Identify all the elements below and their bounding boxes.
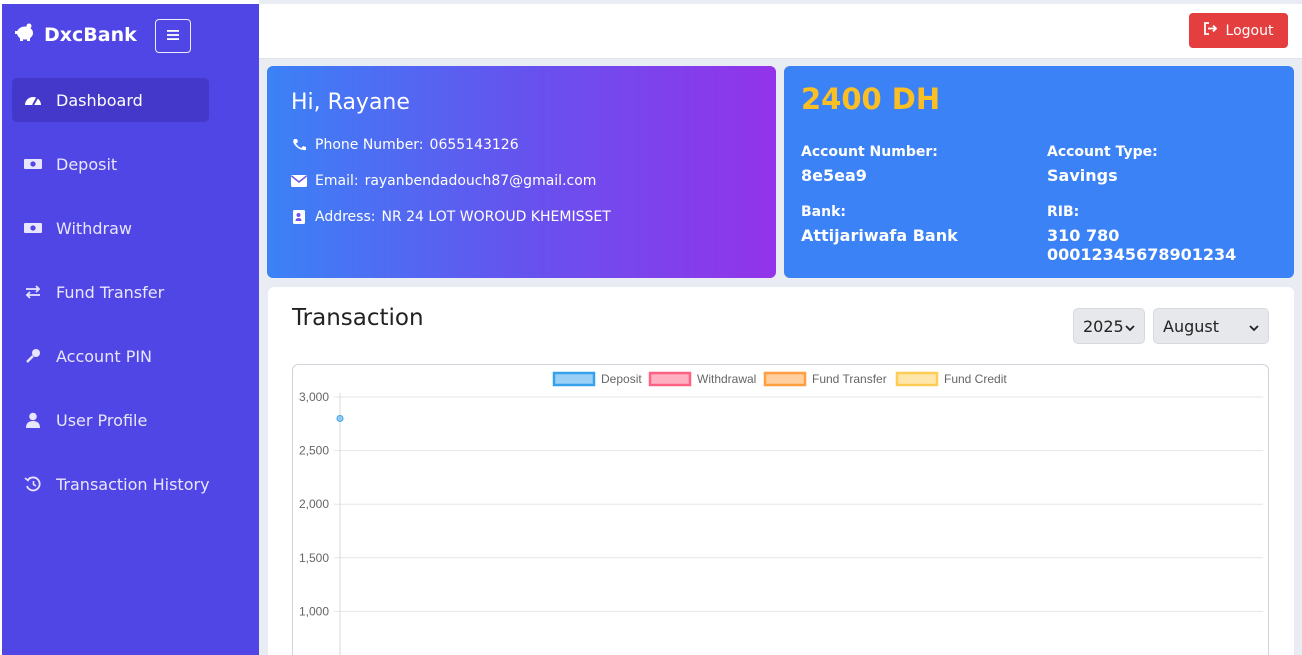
rib: RIB: 310 780 00012345678901234 — [1047, 204, 1287, 264]
sidebar-item-label: Withdraw — [56, 218, 132, 238]
month-select[interactable]: August — [1153, 308, 1269, 344]
history-icon — [22, 475, 44, 493]
phone-value: 0655143126 — [429, 137, 519, 153]
legend-label: Withdrawal — [697, 372, 756, 386]
legend-label: Fund Credit — [944, 372, 1007, 386]
account-number-label: Account Number: — [801, 144, 938, 160]
user-icon — [22, 411, 44, 429]
legend-swatch — [763, 371, 807, 387]
tachometer-icon — [22, 91, 44, 109]
bank: Bank: Attijariwafa Bank — [801, 204, 1041, 245]
account-number-value: 8e5ea9 — [801, 166, 867, 185]
sidebar-item-transaction-history[interactable]: Transaction History — [12, 462, 252, 506]
y-tick-label: 2,000 — [299, 497, 329, 511]
sidebar-item-label: Fund Transfer — [56, 282, 165, 302]
sidebar-item-label: Dashboard — [56, 90, 143, 110]
account-number: Account Number: 8e5ea9 — [801, 144, 1041, 185]
brand-name: DxcBank — [44, 23, 137, 46]
bank-value: Attijariwafa Bank — [801, 226, 958, 245]
phone-label: Phone Number: — [315, 137, 424, 153]
account-card: 2400 DH Account Number: 8e5ea9 Account T… — [784, 66, 1294, 278]
sidebar-item-dashboard[interactable]: Dashboard — [12, 78, 209, 122]
y-tick-label: 3,000 — [299, 390, 329, 404]
transaction-card: Transaction 2025 August Deposit Withdrawa… — [268, 287, 1294, 655]
profile-card: Hi, Rayane Phone Number: 0655143126 Emai… — [267, 66, 776, 278]
balance-amount: 2400 DH — [801, 82, 941, 116]
logout-label: Logout — [1225, 22, 1274, 39]
greeting: Hi, Rayane — [291, 90, 410, 115]
money-bill-icon — [22, 219, 44, 237]
key-icon — [22, 347, 44, 365]
data-point — [336, 414, 344, 422]
sidebar-item-account-pin[interactable]: Account PIN — [12, 334, 252, 378]
account-type-label: Account Type: — [1047, 144, 1158, 160]
email-value: rayanbendadouch87@gmail.com — [364, 173, 597, 189]
sidebar-item-label: Deposit — [56, 154, 118, 174]
sidebar-toggle-button[interactable] — [155, 19, 191, 53]
y-tick-label: 2,500 — [299, 444, 329, 458]
email-label: Email: — [315, 173, 359, 189]
sidebar-item-deposit[interactable]: Deposit — [12, 142, 252, 186]
y-tick-label: 1,000 — [299, 604, 329, 618]
phone-row: Phone Number: 0655143126 — [291, 135, 752, 155]
envelope-icon — [291, 174, 309, 188]
year-select-value: 2025 — [1083, 316, 1124, 336]
bank-label: Bank: — [801, 204, 846, 220]
sidebar-item-withdraw[interactable]: Withdraw — [12, 206, 252, 250]
transaction-chart: Deposit Withdrawal Fund Transfer Fund Credi… — [292, 364, 1269, 655]
sign-out-icon — [1203, 22, 1218, 39]
rib-label: RIB: — [1047, 204, 1080, 220]
money-bill-icon — [22, 155, 44, 173]
legend-swatch — [895, 371, 939, 387]
sidebar-item-label: Account PIN — [56, 346, 153, 366]
sidebar-item-user-profile[interactable]: User Profile — [12, 398, 252, 442]
address-row: Address: NR 24 LOT WOROUD KHEMISSET — [291, 207, 752, 227]
account-type: Account Type: Savings — [1047, 144, 1287, 185]
legend-swatch — [552, 371, 596, 387]
piggy-bank-icon — [14, 22, 36, 47]
address-card-icon — [291, 210, 309, 224]
sidebar: DxcBank Dashboard Deposit Withdraw Fund … — [0, 0, 259, 655]
chevron-down-icon — [1249, 317, 1259, 336]
transaction-title: Transaction — [292, 305, 424, 331]
top-bar: Logout — [259, 4, 1302, 59]
legend-swatch — [648, 371, 692, 387]
exchange-arrows-icon — [22, 283, 44, 301]
address-value: NR 24 LOT WOROUD KHEMISSET — [381, 209, 611, 225]
brand[interactable]: DxcBank — [14, 22, 137, 47]
sidebar-item-label: User Profile — [56, 410, 148, 430]
sidebar-item-fund-transfer[interactable]: Fund Transfer — [12, 270, 252, 314]
month-select-value: August — [1163, 316, 1219, 336]
logout-button[interactable]: Logout — [1189, 13, 1288, 48]
chevron-down-icon — [1125, 317, 1135, 336]
y-tick-label: 1,500 — [299, 551, 329, 565]
legend-label: Fund Transfer — [812, 372, 887, 386]
sidebar-item-label: Transaction History — [56, 474, 210, 494]
year-select[interactable]: 2025 — [1073, 308, 1145, 344]
phone-icon — [291, 138, 309, 152]
menu-icon — [165, 27, 181, 46]
line-chart: Deposit Withdrawal Fund Transfer Fund Credi… — [299, 371, 1263, 655]
legend-label: Deposit — [601, 372, 642, 386]
rib-value: 310 780 00012345678901234 — [1047, 226, 1237, 264]
email-row: Email: rayanbendadouch87@gmail.com — [291, 171, 752, 191]
address-label: Address: — [315, 209, 376, 225]
account-type-value: Savings — [1047, 166, 1118, 185]
